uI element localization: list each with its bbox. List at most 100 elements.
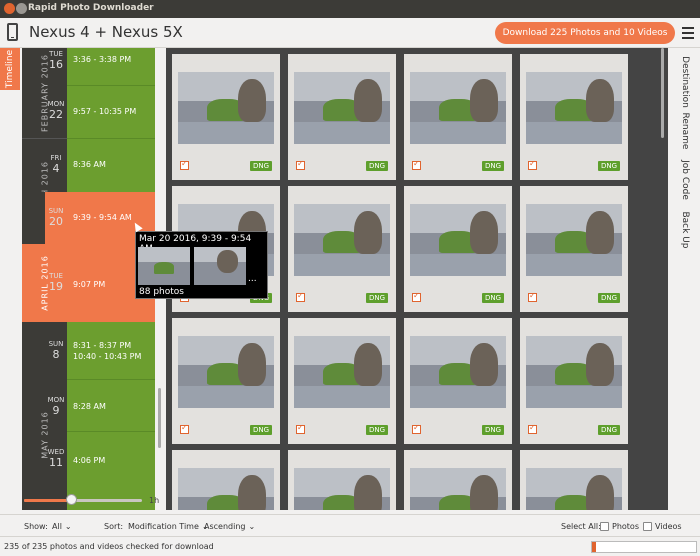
photo-thumbnail [294, 336, 390, 408]
chevron-down-icon: ⌄ [64, 522, 72, 531]
select-all-photos-checkbox[interactable] [600, 522, 609, 531]
thumbnail-card[interactable] [520, 450, 628, 510]
tab-rename[interactable]: Rename [670, 110, 700, 152]
hamburger-menu-icon[interactable] [682, 27, 694, 42]
download-checkbox[interactable] [528, 291, 537, 302]
grid-scrollbar[interactable] [658, 48, 668, 510]
thumbnail-card[interactable]: DNG [404, 54, 512, 180]
photo-thumbnail [526, 468, 622, 510]
download-checkbox[interactable] [528, 423, 537, 434]
timeline-tooltip: Mar 20 2016, 9:39 - 9:54 AM ... 88 photo… [135, 231, 268, 299]
timeline-range[interactable]: 4:06 PM [67, 456, 155, 465]
photos-label: Photos [612, 522, 639, 531]
slider-label: 1h [149, 496, 160, 505]
tab-job-code[interactable]: Job Code [670, 155, 700, 205]
videos-label: Videos [655, 522, 682, 531]
tooltip-thumbnail [194, 247, 246, 285]
file-type-badge: DNG [365, 161, 388, 171]
file-type-badge: DNG [481, 293, 504, 303]
tab-destination[interactable]: Destination [670, 52, 700, 112]
download-checkbox[interactable] [180, 423, 189, 434]
device-name: Nexus 4 + Nexus 5X [29, 23, 183, 41]
tooltip-thumbnail [138, 247, 190, 285]
download-checkbox[interactable] [412, 291, 421, 302]
thumbnail-card[interactable]: DNG [520, 54, 628, 180]
timeline-day[interactable]: SUN 8 [45, 340, 67, 361]
thumbnail-card[interactable]: DNG [404, 186, 512, 312]
timeline-zoom-slider[interactable] [24, 492, 142, 510]
download-checkbox[interactable] [180, 159, 189, 170]
thumbnail-card[interactable]: DNG [288, 54, 396, 180]
tab-timeline-label: Timeline [5, 49, 15, 89]
select-all-videos-checkbox[interactable] [643, 522, 652, 531]
thumbnail-card[interactable] [172, 450, 280, 510]
thumbnail-card[interactable] [404, 450, 512, 510]
timeline-range[interactable]: 9:39 - 9:54 AM [67, 213, 155, 222]
window-title: Rapid Photo Downloader [28, 3, 154, 13]
slider-handle[interactable] [66, 494, 78, 505]
timeline-day[interactable]: MON 22 [45, 100, 67, 121]
select-all-label: Select All: [561, 522, 601, 531]
photo-thumbnail [526, 72, 622, 144]
photo-thumbnail [294, 468, 390, 510]
download-checkbox[interactable] [296, 291, 305, 302]
tab-timeline[interactable]: Timeline [0, 48, 20, 90]
timeline-range[interactable]: 8:28 AM [67, 402, 155, 411]
status-bar: 235 of 235 photos and videos checked for… [0, 536, 700, 556]
thumbnail-card[interactable]: DNG [520, 186, 628, 312]
thumbnail-card[interactable]: DNG [520, 318, 628, 444]
thumbnail-card[interactable] [288, 450, 396, 510]
timeline-range[interactable]: 3:36 - 3:38 PM [67, 55, 155, 64]
download-checkbox[interactable] [296, 423, 305, 434]
file-type-badge: DNG [365, 293, 388, 303]
order-dropdown[interactable]: Ascending ⌄ [204, 522, 255, 531]
sort-label: Sort: [104, 522, 124, 531]
show-label: Show: [24, 522, 48, 531]
show-dropdown[interactable]: All ⌄ [52, 522, 72, 531]
close-window-button[interactable] [4, 3, 15, 14]
photo-thumbnail [410, 204, 506, 276]
download-checkbox[interactable] [412, 159, 421, 170]
photo-thumbnail [178, 336, 274, 408]
download-checkbox[interactable] [528, 159, 537, 170]
download-button[interactable]: Download 225 Photos and 10 Videos [495, 22, 675, 44]
thumbnail-card[interactable]: DNG [172, 318, 280, 444]
photo-thumbnail [410, 72, 506, 144]
tab-back-up[interactable]: Back Up [670, 208, 700, 252]
download-progress-bar [591, 541, 697, 553]
timeline-day[interactable]: WED 11 [45, 448, 67, 469]
timeline-range[interactable]: 9:57 - 10:35 PM [67, 107, 155, 116]
photo-thumbnail [178, 468, 274, 510]
thumbnail-card[interactable]: DNG [288, 318, 396, 444]
file-type-badge: DNG [597, 425, 620, 435]
photo-thumbnail [294, 72, 390, 144]
tooltip-more: ... [248, 274, 257, 284]
window-titlebar: Rapid Photo Downloader [0, 0, 700, 18]
photo-thumbnail [178, 72, 274, 144]
file-type-badge: DNG [597, 293, 620, 303]
left-tab-bar: Timeline [0, 48, 22, 510]
timeline-day[interactable]: FRI 4 [45, 154, 67, 175]
timeline-day[interactable]: TUE 19 [45, 272, 67, 293]
toolbar: Nexus 4 + Nexus 5X Download 225 Photos a… [0, 18, 700, 48]
file-type-badge: DNG [597, 161, 620, 171]
photo-thumbnail [526, 336, 622, 408]
file-type-badge: DNG [481, 161, 504, 171]
photo-thumbnail [294, 204, 390, 276]
thumbnail-card[interactable]: DNG [404, 318, 512, 444]
thumbnail-card[interactable]: DNG [288, 186, 396, 312]
file-type-badge: DNG [365, 425, 388, 435]
photo-thumbnail [410, 468, 506, 510]
timeline-day[interactable]: MON 9 [45, 396, 67, 417]
download-checkbox[interactable] [412, 423, 421, 434]
timeline-day[interactable]: SUN 20 [45, 207, 67, 228]
right-tab-bar: Destination Rename Job Code Back Up [670, 48, 700, 510]
thumbnail-card[interactable]: DNG [172, 54, 280, 180]
download-checkbox[interactable] [296, 159, 305, 170]
minimize-window-button[interactable] [16, 3, 27, 14]
timeline-range[interactable]: 8:36 AM [67, 160, 155, 169]
timeline-range[interactable]: 10:40 - 10:43 PM [67, 352, 155, 361]
sort-dropdown[interactable]: Modification Time ⌄ [128, 522, 209, 531]
timeline-range[interactable]: 8:31 - 8:37 PM [67, 341, 155, 350]
timeline-day[interactable]: TUE 16 [45, 50, 67, 71]
